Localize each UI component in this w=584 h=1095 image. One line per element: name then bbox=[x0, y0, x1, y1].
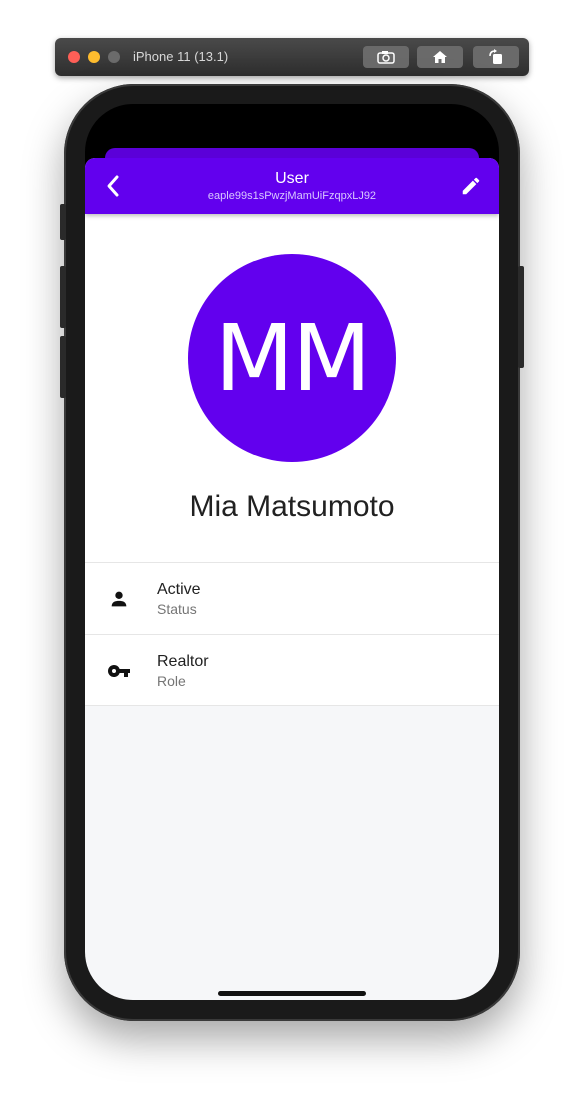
profile-header: MM Mia Matsumoto bbox=[85, 214, 499, 562]
rotate-button[interactable] bbox=[473, 46, 519, 68]
role-label: Role bbox=[157, 673, 186, 689]
mute-switch bbox=[60, 204, 66, 240]
list-item-status: Active Status bbox=[85, 562, 499, 634]
volume-up-button bbox=[60, 266, 66, 328]
home-icon bbox=[433, 51, 447, 63]
home-indicator[interactable] bbox=[218, 991, 366, 996]
phone-frame: User eaple99s1sPwzjMamUiFzqpxLJ92 MM Mia… bbox=[60, 84, 524, 1021]
user-detail-sheet: User eaple99s1sPwzjMamUiFzqpxLJ92 MM Mia… bbox=[85, 158, 499, 1000]
zoom-window-button[interactable] bbox=[108, 51, 120, 63]
key-icon bbox=[107, 659, 131, 683]
page-title: User bbox=[275, 170, 309, 187]
edit-button[interactable] bbox=[457, 172, 485, 200]
app-bar: User eaple99s1sPwzjMamUiFzqpxLJ92 bbox=[85, 158, 499, 214]
avatar: MM bbox=[188, 254, 396, 462]
simulator-device-title: iPhone 11 (13.1) bbox=[133, 49, 229, 64]
screenshot-icon bbox=[377, 51, 395, 64]
simulator-toolbar: iPhone 11 (13.1) bbox=[55, 38, 529, 76]
rotate-icon bbox=[489, 49, 502, 64]
user-id-subtitle: eaple99s1sPwzjMamUiFzqpxLJ92 bbox=[207, 190, 377, 202]
user-details-list: Active Status Realtor Role bbox=[85, 562, 499, 706]
notch bbox=[176, 104, 408, 138]
person-icon bbox=[107, 587, 131, 611]
power-button bbox=[518, 266, 524, 368]
list-item-role: Realtor Role bbox=[85, 634, 499, 706]
phone-screen: User eaple99s1sPwzjMamUiFzqpxLJ92 MM Mia… bbox=[85, 104, 499, 1000]
close-window-button[interactable] bbox=[68, 51, 80, 63]
user-name: Mia Matsumoto bbox=[189, 490, 395, 523]
home-button[interactable] bbox=[417, 46, 463, 68]
minimize-window-button[interactable] bbox=[88, 51, 100, 63]
avatar-initials: MM bbox=[214, 304, 372, 412]
status-value: Active bbox=[157, 581, 201, 598]
role-value: Realtor bbox=[157, 653, 209, 670]
volume-down-button bbox=[60, 336, 66, 398]
screenshot-button[interactable] bbox=[363, 46, 409, 68]
status-label: Status bbox=[157, 601, 197, 617]
pencil-icon bbox=[462, 177, 480, 195]
